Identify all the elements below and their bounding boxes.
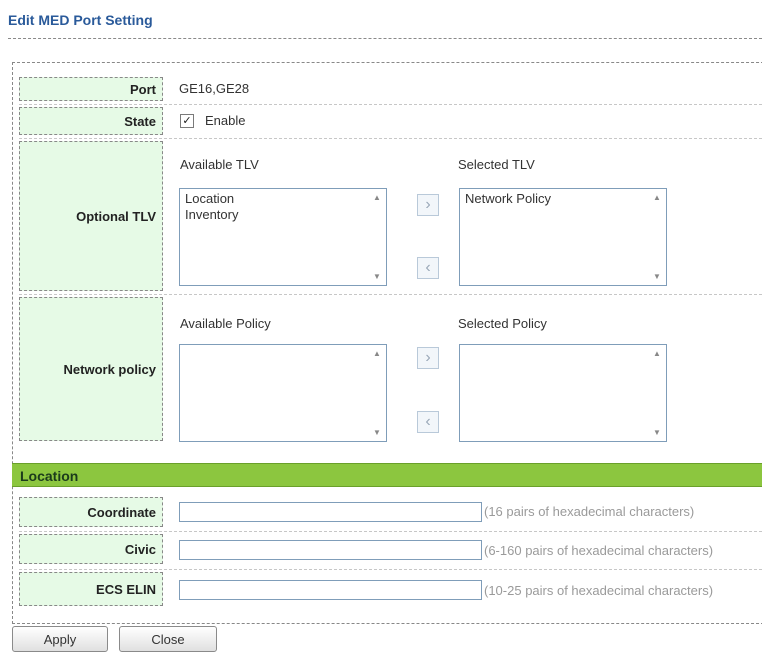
selected-policy-list[interactable]: ▲ ▼ xyxy=(459,344,667,442)
scroll-up-icon[interactable]: ▲ xyxy=(373,193,381,202)
remove-tlv-button[interactable]: ‹ xyxy=(417,257,439,279)
ecs-elin-hint: (10-25 pairs of hexadecimal characters) xyxy=(484,583,714,598)
list-item[interactable]: Inventory xyxy=(185,207,238,223)
civic-label: Civic xyxy=(19,534,163,564)
scroll-down-icon[interactable]: ▼ xyxy=(373,272,381,281)
civic-hint: (6-160 pairs of hexadecimal characters) xyxy=(484,543,714,558)
enable-label: Enable xyxy=(205,113,246,128)
ecs-elin-label: ECS ELIN xyxy=(19,572,163,606)
network-policy-label: Network policy xyxy=(19,297,163,441)
selected-tlv-list[interactable]: Network Policy ▲ ▼ xyxy=(459,188,667,286)
scroll-up-icon[interactable]: ▲ xyxy=(653,193,661,202)
chevron-right-icon: › xyxy=(425,196,431,213)
scroll-up-icon[interactable]: ▲ xyxy=(653,349,661,358)
available-policy-list[interactable]: ▲ ▼ xyxy=(179,344,387,442)
scrollbar[interactable]: ▲ ▼ xyxy=(370,191,384,283)
available-policy-header: Available Policy xyxy=(180,316,271,331)
scroll-down-icon[interactable]: ▼ xyxy=(653,272,661,281)
port-value: GE16,GE28 xyxy=(179,81,250,96)
remove-policy-button[interactable]: ‹ xyxy=(417,411,439,433)
list-item[interactable]: Location xyxy=(185,191,238,207)
chevron-left-icon: ‹ xyxy=(425,259,431,276)
selected-tlv-header: Selected TLV xyxy=(458,157,535,172)
coordinate-label: Coordinate xyxy=(19,497,163,527)
row-divider xyxy=(19,104,762,105)
scroll-down-icon[interactable]: ▼ xyxy=(373,428,381,437)
chevron-right-icon: › xyxy=(425,349,431,366)
coordinate-input[interactable] xyxy=(179,502,482,522)
page-title: Edit MED Port Setting xyxy=(8,12,153,28)
scroll-down-icon[interactable]: ▼ xyxy=(653,428,661,437)
ecs-elin-input[interactable] xyxy=(179,580,482,600)
row-divider xyxy=(19,294,762,295)
civic-input[interactable] xyxy=(179,540,482,560)
available-tlv-list[interactable]: Location Inventory ▲ ▼ xyxy=(179,188,387,286)
add-tlv-button[interactable]: › xyxy=(417,194,439,216)
apply-button[interactable]: Apply xyxy=(12,626,108,652)
selected-policy-header: Selected Policy xyxy=(458,316,547,331)
row-divider xyxy=(19,138,762,139)
scroll-up-icon[interactable]: ▲ xyxy=(373,349,381,358)
row-divider xyxy=(19,531,762,532)
state-label: State xyxy=(19,107,163,135)
scrollbar[interactable]: ▲ ▼ xyxy=(650,347,664,439)
location-section-header: Location xyxy=(12,463,762,487)
add-policy-button[interactable]: › xyxy=(417,347,439,369)
title-divider xyxy=(8,38,762,39)
enable-checkbox[interactable]: ✓ xyxy=(180,114,194,128)
scrollbar[interactable]: ▲ ▼ xyxy=(650,191,664,283)
scrollbar[interactable]: ▲ ▼ xyxy=(370,347,384,439)
close-button[interactable]: Close xyxy=(119,626,217,652)
chevron-left-icon: ‹ xyxy=(425,413,431,430)
port-label: Port xyxy=(19,77,163,101)
available-tlv-header: Available TLV xyxy=(180,157,259,172)
list-item[interactable]: Network Policy xyxy=(465,191,551,207)
optional-tlv-label: Optional TLV xyxy=(19,141,163,291)
coordinate-hint: (16 pairs of hexadecimal characters) xyxy=(484,504,695,519)
row-divider xyxy=(19,569,762,570)
